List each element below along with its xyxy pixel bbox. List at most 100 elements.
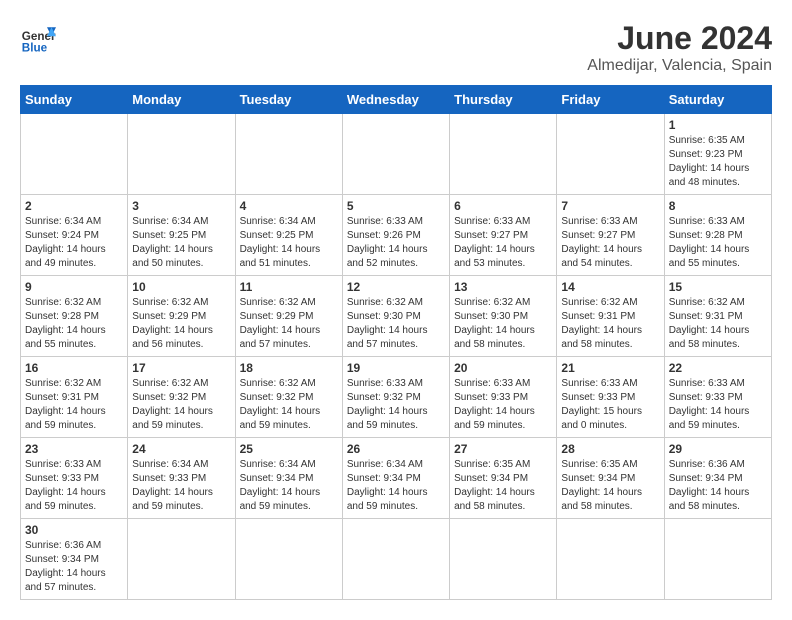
day-info: Sunrise: 6:33 AM Sunset: 9:26 PM Dayligh… — [347, 215, 445, 271]
calendar-cell — [342, 114, 449, 195]
day-info: Sunrise: 6:35 AM Sunset: 9:23 PM Dayligh… — [669, 134, 767, 190]
day-number: 7 — [561, 199, 659, 213]
week-row-4: 16Sunrise: 6:32 AM Sunset: 9:31 PM Dayli… — [21, 357, 772, 438]
logo-icon: General Blue — [20, 20, 56, 56]
calendar-cell: 11Sunrise: 6:32 AM Sunset: 9:29 PM Dayli… — [235, 276, 342, 357]
day-info: Sunrise: 6:33 AM Sunset: 9:28 PM Dayligh… — [669, 215, 767, 271]
week-row-5: 23 Sunrise: 6:33 AM Sunset: 9:33 PM Dayli… — [21, 438, 772, 519]
calendar-cell — [342, 519, 449, 600]
calendar-cell: 9 Sunrise: 6:32 AM Sunset: 9:28 PM Daylig… — [21, 276, 128, 357]
day-number: 24 — [132, 442, 230, 456]
calendar-cell: 10Sunrise: 6:32 AM Sunset: 9:29 PM Dayli… — [128, 276, 235, 357]
weekday-header-tuesday: Tuesday — [235, 86, 342, 114]
week-row-1: 1 Sunrise: 6:35 AM Sunset: 9:23 PM Daylig… — [21, 114, 772, 195]
calendar-cell — [21, 114, 128, 195]
title-block: June 2024 Almedijar, Valencia, Spain — [587, 20, 772, 75]
day-number: 23 — [25, 442, 123, 456]
day-number: 16 — [25, 361, 123, 375]
day-info: Sunrise: 6:34 AM Sunset: 9:24 PM Dayligh… — [25, 215, 123, 271]
day-info: Sunrise: 6:36 AM Sunset: 9:34 PM Dayligh… — [25, 539, 123, 595]
day-number: 14 — [561, 280, 659, 294]
weekday-header-thursday: Thursday — [450, 86, 557, 114]
calendar-cell: 29 Sunrise: 6:36 AM Sunset: 9:34 PM Dayli… — [664, 438, 771, 519]
day-number: 18 — [240, 361, 338, 375]
day-info: Sunrise: 6:32 AM Sunset: 9:29 PM Dayligh… — [240, 296, 338, 352]
logo: General Blue — [20, 20, 56, 56]
day-info: Sunrise: 6:33 AM Sunset: 9:33 PM Dayligh… — [454, 377, 552, 433]
day-info: Sunrise: 6:32 AM Sunset: 9:31 PM Dayligh… — [561, 296, 659, 352]
calendar-cell — [450, 114, 557, 195]
calendar-cell — [235, 519, 342, 600]
day-info: Sunrise: 6:34 AM Sunset: 9:33 PM Dayligh… — [132, 458, 230, 514]
day-number: 22 — [669, 361, 767, 375]
calendar-cell: 19 Sunrise: 6:33 AM Sunset: 9:32 PM Dayli… — [342, 357, 449, 438]
calendar-cell: 20 Sunrise: 6:33 AM Sunset: 9:33 PM Dayli… — [450, 357, 557, 438]
day-number: 4 — [240, 199, 338, 213]
weekday-header-wednesday: Wednesday — [342, 86, 449, 114]
day-info: Sunrise: 6:36 AM Sunset: 9:34 PM Dayligh… — [669, 458, 767, 514]
calendar-cell — [557, 114, 664, 195]
weekday-header-saturday: Saturday — [664, 86, 771, 114]
calendar-cell — [235, 114, 342, 195]
calendar-cell: 13Sunrise: 6:32 AM Sunset: 9:30 PM Dayli… — [450, 276, 557, 357]
week-row-3: 9 Sunrise: 6:32 AM Sunset: 9:28 PM Daylig… — [21, 276, 772, 357]
calendar-cell: 26Sunrise: 6:34 AM Sunset: 9:34 PM Dayli… — [342, 438, 449, 519]
calendar-table: SundayMondayTuesdayWednesdayThursdayFrid… — [20, 85, 772, 600]
day-info: Sunrise: 6:33 AM Sunset: 9:27 PM Dayligh… — [561, 215, 659, 271]
calendar-cell — [450, 519, 557, 600]
calendar-cell: 15 Sunrise: 6:32 AM Sunset: 9:31 PM Dayli… — [664, 276, 771, 357]
day-number: 8 — [669, 199, 767, 213]
calendar-cell — [664, 519, 771, 600]
calendar-cell: 16Sunrise: 6:32 AM Sunset: 9:31 PM Dayli… — [21, 357, 128, 438]
day-info: Sunrise: 6:32 AM Sunset: 9:32 PM Dayligh… — [240, 377, 338, 433]
calendar-cell: 21Sunrise: 6:33 AM Sunset: 9:33 PM Dayli… — [557, 357, 664, 438]
day-info: Sunrise: 6:33 AM Sunset: 9:33 PM Dayligh… — [25, 458, 123, 514]
calendar-cell: 3Sunrise: 6:34 AM Sunset: 9:25 PM Daylig… — [128, 195, 235, 276]
calendar-cell: 7 Sunrise: 6:33 AM Sunset: 9:27 PM Daylig… — [557, 195, 664, 276]
weekday-header-monday: Monday — [128, 86, 235, 114]
page-header: General Blue June 2024 Almedijar, Valenc… — [20, 20, 772, 75]
day-number: 19 — [347, 361, 445, 375]
day-info: Sunrise: 6:32 AM Sunset: 9:28 PM Dayligh… — [25, 296, 123, 352]
calendar-cell: 24 Sunrise: 6:34 AM Sunset: 9:33 PM Dayli… — [128, 438, 235, 519]
calendar-cell — [128, 114, 235, 195]
day-number: 15 — [669, 280, 767, 294]
weekday-header-friday: Friday — [557, 86, 664, 114]
day-number: 27 — [454, 442, 552, 456]
day-number: 6 — [454, 199, 552, 213]
calendar-cell: 14 Sunrise: 6:32 AM Sunset: 9:31 PM Dayli… — [557, 276, 664, 357]
day-info: Sunrise: 6:34 AM Sunset: 9:25 PM Dayligh… — [132, 215, 230, 271]
day-number: 20 — [454, 361, 552, 375]
month-year-title: June 2024 — [587, 20, 772, 57]
calendar-cell: 18 Sunrise: 6:32 AM Sunset: 9:32 PM Dayli… — [235, 357, 342, 438]
week-row-6: 30Sunrise: 6:36 AM Sunset: 9:34 PM Dayli… — [21, 519, 772, 600]
calendar-cell — [128, 519, 235, 600]
day-number: 9 — [25, 280, 123, 294]
day-number: 29 — [669, 442, 767, 456]
calendar-cell: 22 Sunrise: 6:33 AM Sunset: 9:33 PM Dayli… — [664, 357, 771, 438]
calendar-cell: 17 Sunrise: 6:32 AM Sunset: 9:32 PM Dayli… — [128, 357, 235, 438]
day-info: Sunrise: 6:32 AM Sunset: 9:32 PM Dayligh… — [132, 377, 230, 433]
day-number: 13 — [454, 280, 552, 294]
day-number: 28 — [561, 442, 659, 456]
day-info: Sunrise: 6:33 AM Sunset: 9:32 PM Dayligh… — [347, 377, 445, 433]
calendar-cell: 2 Sunrise: 6:34 AM Sunset: 9:24 PM Daylig… — [21, 195, 128, 276]
day-number: 2 — [25, 199, 123, 213]
day-info: Sunrise: 6:32 AM Sunset: 9:29 PM Dayligh… — [132, 296, 230, 352]
calendar-cell: 23 Sunrise: 6:33 AM Sunset: 9:33 PM Dayli… — [21, 438, 128, 519]
calendar-cell: 12Sunrise: 6:32 AM Sunset: 9:30 PM Dayli… — [342, 276, 449, 357]
day-number: 1 — [669, 118, 767, 132]
week-row-2: 2 Sunrise: 6:34 AM Sunset: 9:24 PM Daylig… — [21, 195, 772, 276]
day-info: Sunrise: 6:33 AM Sunset: 9:27 PM Dayligh… — [454, 215, 552, 271]
day-info: Sunrise: 6:32 AM Sunset: 9:31 PM Dayligh… — [669, 296, 767, 352]
svg-text:Blue: Blue — [22, 42, 48, 55]
calendar-cell: 25Sunrise: 6:34 AM Sunset: 9:34 PM Dayli… — [235, 438, 342, 519]
weekday-header-row: SundayMondayTuesdayWednesdayThursdayFrid… — [21, 86, 772, 114]
day-info: Sunrise: 6:34 AM Sunset: 9:34 PM Dayligh… — [347, 458, 445, 514]
day-info: Sunrise: 6:34 AM Sunset: 9:25 PM Dayligh… — [240, 215, 338, 271]
day-info: Sunrise: 6:35 AM Sunset: 9:34 PM Dayligh… — [561, 458, 659, 514]
calendar-cell — [557, 519, 664, 600]
day-number: 17 — [132, 361, 230, 375]
day-number: 5 — [347, 199, 445, 213]
day-info: Sunrise: 6:33 AM Sunset: 9:33 PM Dayligh… — [669, 377, 767, 433]
